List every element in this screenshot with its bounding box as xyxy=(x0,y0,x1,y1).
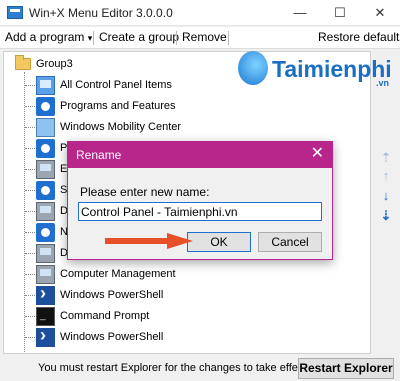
minimize-button[interactable]: — xyxy=(280,0,320,26)
gear-icon xyxy=(36,181,55,200)
new-name-input[interactable] xyxy=(78,202,322,221)
tree-connector xyxy=(25,85,35,86)
tree-item[interactable]: Computer Management xyxy=(4,264,370,285)
pointer-arrow-icon xyxy=(105,233,193,249)
status-bar: You must restart Explorer for the change… xyxy=(0,356,400,381)
restart-explorer-button[interactable]: Restart Explorer xyxy=(298,358,394,379)
gear-icon xyxy=(36,223,55,242)
control-panel-icon xyxy=(36,76,55,95)
add-program-button[interactable]: Add a program ▾ xyxy=(5,30,92,44)
group-label: Group3 xyxy=(36,58,73,70)
move-bottom-button[interactable]: ⇣ xyxy=(378,208,394,224)
maximize-button[interactable]: ☐ xyxy=(320,0,360,26)
cmd-icon xyxy=(36,307,55,326)
menu-divider xyxy=(228,31,229,45)
watermark-sub: .vn xyxy=(376,78,390,88)
move-top-button[interactable]: ⇡ xyxy=(378,150,394,166)
move-down-button[interactable]: ↓ xyxy=(378,188,394,204)
tree-item-label: Programs and Features xyxy=(60,100,176,112)
tree-connector xyxy=(25,337,35,338)
ok-button[interactable]: OK xyxy=(187,232,251,252)
tree-item-label: Windows PowerShell xyxy=(60,331,164,343)
event-viewer-icon xyxy=(36,160,55,179)
tree-connector xyxy=(25,253,35,254)
tree-item-label: Windows PowerShell xyxy=(60,289,164,301)
watermark-logo: Taimienphi .vn xyxy=(238,50,400,92)
tree-connector xyxy=(25,127,35,128)
tree-connector xyxy=(25,211,35,212)
restore-defaults-button[interactable]: Restore defaults xyxy=(318,30,400,44)
create-group-button[interactable]: Create a group xyxy=(99,30,179,44)
tree-item-label: All Control Panel Items xyxy=(60,79,172,91)
dialog-prompt: Please enter new name: xyxy=(80,185,210,199)
add-program-label: Add a program xyxy=(5,30,85,44)
logo-icon xyxy=(238,51,268,85)
tree-item-label: Windows Mobility Center xyxy=(60,121,182,133)
tree-connector xyxy=(25,316,35,317)
tree-item[interactable]: Windows Mobility Center xyxy=(4,117,370,138)
mobility-icon xyxy=(36,118,55,137)
disk-icon xyxy=(36,244,55,263)
dialog-title: Rename xyxy=(76,148,122,162)
dialog-title-bar: Rename ✕ xyxy=(68,142,332,168)
app-icon xyxy=(7,6,23,19)
gear-icon xyxy=(36,97,55,116)
menu-divider xyxy=(93,31,94,45)
tree-item[interactable]: Command Prompt xyxy=(4,306,370,327)
status-message: You must restart Explorer for the change… xyxy=(38,362,310,374)
tree-connector xyxy=(25,274,35,275)
tree-item[interactable]: Windows PowerShell xyxy=(4,325,370,348)
menu-divider xyxy=(176,31,177,45)
close-button[interactable]: ✕ xyxy=(360,0,400,26)
tree-connector xyxy=(25,232,35,233)
title-bar: Win+X Menu Editor 3.0.0.0 — ☐ ✕ xyxy=(0,0,400,26)
powershell-icon xyxy=(36,283,55,305)
menu-bar: Add a program ▾ Create a group Remove Re… xyxy=(0,27,400,49)
tree-connector xyxy=(25,169,35,170)
tree-connector xyxy=(25,148,35,149)
computer-icon xyxy=(36,265,55,284)
gear-icon xyxy=(36,139,55,158)
tree-item-label: Command Prompt xyxy=(60,310,150,322)
tree-item[interactable]: Windows PowerShell xyxy=(4,283,370,306)
remove-button[interactable]: Remove xyxy=(182,30,227,44)
tree-connector xyxy=(25,106,35,107)
dialog-close-icon[interactable]: ✕ xyxy=(311,145,324,163)
cancel-button[interactable]: Cancel xyxy=(258,232,322,252)
move-up-button[interactable]: ↑ xyxy=(378,168,394,184)
chevron-down-icon: ▾ xyxy=(87,33,93,43)
device-manager-icon xyxy=(36,202,55,221)
tree-connector xyxy=(25,190,35,191)
powershell-icon xyxy=(36,325,55,347)
watermark-text: Taimienphi xyxy=(272,56,392,82)
window-title: Win+X Menu Editor 3.0.0.0 xyxy=(29,6,173,20)
tree-item-label: Computer Management xyxy=(60,268,176,280)
tree-item[interactable]: Programs and Features xyxy=(4,96,370,117)
tree-connector xyxy=(25,295,35,296)
folder-icon xyxy=(15,55,31,70)
